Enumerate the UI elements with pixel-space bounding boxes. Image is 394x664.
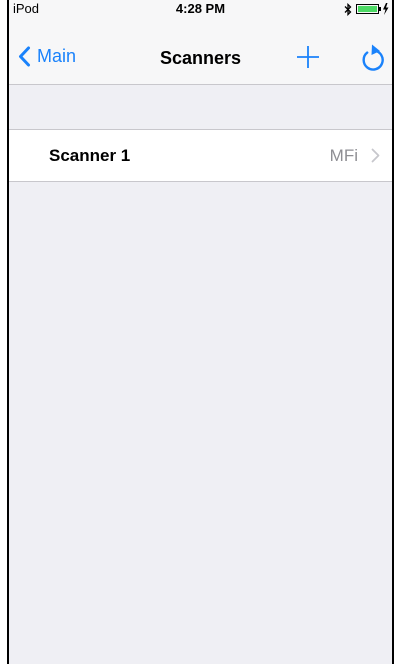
scanner-list: Scanner 1 MFi [9, 129, 392, 182]
chevron-left-icon [19, 46, 30, 67]
navigation-bar: Main Scanners [9, 19, 392, 85]
add-scanner-button[interactable] [294, 43, 322, 71]
status-bar: iPod 4:28 PM [9, 0, 392, 19]
refresh-button[interactable] [357, 42, 387, 72]
scanner-type: MFi [329, 146, 358, 165]
back-button[interactable]: Main [18, 46, 76, 67]
chevron-right-icon [371, 148, 380, 163]
back-button-label: Main [37, 46, 77, 66]
scanner-name: Scanner 1 [49, 146, 131, 165]
plus-icon [297, 46, 319, 68]
refresh-icon [362, 44, 384, 71]
screen: iPod 4:28 PM Main Scanners Scanner 1 MFi [7, 0, 394, 664]
status-indicators [344, 2, 390, 16]
status-time: 4:28 PM [175, 1, 226, 16]
battery-charging-icon [356, 3, 389, 15]
bluetooth-icon [344, 2, 352, 16]
scanner-row[interactable]: Scanner 1 MFi [9, 129, 392, 182]
